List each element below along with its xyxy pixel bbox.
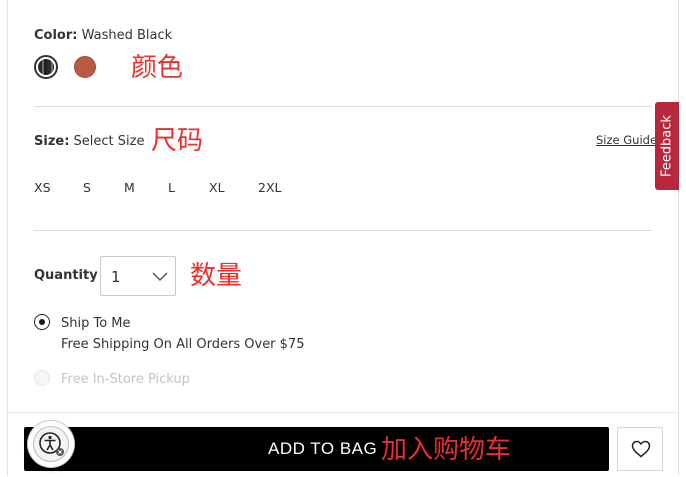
pickup-radio[interactable] — [34, 370, 50, 386]
size-annotation: 尺码 — [151, 126, 204, 156]
divider — [34, 230, 652, 231]
add-to-bag-button[interactable]: ADD TO BAG — [24, 427, 609, 471]
wishlist-button[interactable] — [617, 427, 663, 471]
divider — [34, 106, 652, 107]
product-options-panel — [7, 0, 679, 476]
size-label: Size: — [34, 134, 70, 149]
pickup-label: Free In-Store Pickup — [61, 372, 190, 387]
chevron-down-icon — [152, 272, 168, 282]
color-label: Color: — [34, 28, 78, 43]
add-to-bag-annotation: 加入购物车 — [381, 435, 512, 465]
color-swatch-rust[interactable] — [74, 56, 96, 78]
size-value: Select Size — [73, 134, 145, 149]
ship-to-me-radio[interactable] — [34, 314, 50, 330]
size-option-2xl[interactable]: 2XL — [258, 180, 281, 195]
quantity-value: 1 — [111, 268, 121, 286]
color-value: Washed Black — [81, 28, 173, 43]
ship-note: Free Shipping On All Orders Over $75 — [61, 337, 305, 352]
color-swatch-washed-black[interactable] — [34, 55, 58, 79]
color-label-row: Color: Washed Black — [34, 28, 172, 43]
quantity-select[interactable]: 1 — [100, 256, 176, 296]
size-option-xl[interactable]: XL — [209, 180, 225, 195]
size-label-row: Size: Select Size — [34, 134, 144, 149]
heart-icon — [631, 440, 651, 458]
color-annotation: 颜色 — [131, 53, 184, 83]
quantity-annotation: 数量 — [190, 261, 243, 291]
size-option-xs[interactable]: XS — [34, 180, 51, 195]
ship-to-me-label: Ship To Me — [61, 316, 131, 331]
feedback-tab[interactable]: Feedback — [655, 102, 679, 190]
size-option-m[interactable]: M — [124, 180, 135, 195]
feedback-label: Feedback — [659, 115, 675, 177]
quantity-label: Quantity — [34, 268, 98, 283]
accessibility-icon — [39, 432, 64, 456]
quantity-label-row: Quantity — [34, 268, 98, 283]
size-option-l[interactable]: L — [168, 180, 175, 195]
size-guide-link[interactable]: Size Guide — [596, 133, 657, 147]
add-to-bag-label: ADD TO BAG — [268, 439, 378, 458]
accessibility-button[interactable] — [28, 421, 74, 467]
size-option-s[interactable]: S — [83, 180, 91, 195]
